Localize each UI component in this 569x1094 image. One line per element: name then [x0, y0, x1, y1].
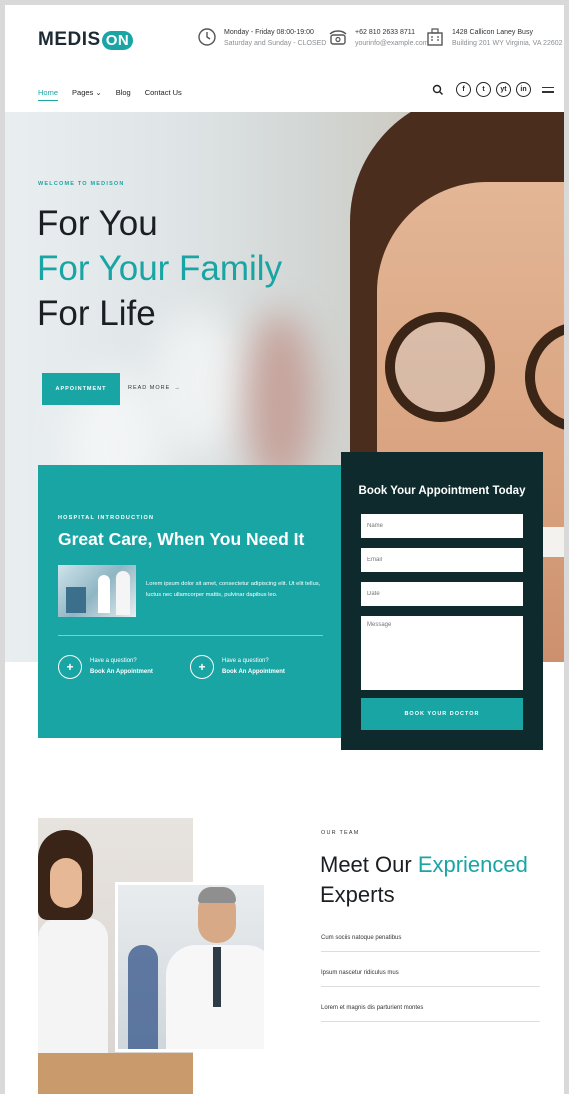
hospital-intro-card: HOSPITAL INTRODUCTION Great Care, When Y…: [38, 465, 341, 738]
booking-title: Book Your Appointment Today: [358, 485, 526, 497]
team-list-item: Cum sociis natoque penatibus: [321, 935, 540, 952]
hours-line2: Saturday and Sunday - CLOSED: [224, 40, 327, 47]
instagram-icon[interactable]: in: [516, 82, 531, 97]
question-line2: Book An Appointment: [90, 669, 153, 675]
hero-photo-glasses: [385, 312, 495, 422]
address-info: 1428 Callicon Laney Busy Building 201 WY…: [425, 27, 563, 49]
logo[interactable]: MEDIS ON: [38, 29, 134, 51]
hours-line1: Monday - Friday 08:00-19:00: [224, 29, 314, 36]
question-link-2[interactable]: + Have a question? Book An Appointment: [190, 655, 285, 679]
read-more-link[interactable]: READ MORE →: [128, 385, 181, 391]
main-nav: Home Pages ⌄ Blog Contact Us f t yt in: [5, 77, 564, 107]
name-field[interactable]: [361, 514, 523, 538]
hero-title-line1: For You: [37, 204, 158, 243]
booking-form: Book Your Appointment Today BOOK YOUR DO…: [341, 452, 543, 750]
nav-item-home[interactable]: Home: [38, 88, 59, 101]
address-line2: Building 201 WY Virginia, VA 22602: [452, 40, 563, 47]
team-photo-doctor: [115, 882, 267, 1052]
email-address[interactable]: yourinfo@example.com: [355, 38, 429, 49]
intro-divider: [58, 635, 323, 636]
logo-badge: ON: [101, 30, 134, 50]
read-more-label: READ MORE: [128, 385, 171, 391]
book-doctor-button[interactable]: BOOK YOUR DOCTOR: [361, 698, 523, 730]
message-field[interactable]: [361, 616, 523, 690]
intro-image: [58, 565, 136, 617]
question-link-1[interactable]: + Have a question? Book An Appointment: [58, 655, 153, 679]
search-icon[interactable]: [431, 83, 445, 97]
question-line1: Have a question?: [90, 658, 137, 664]
nav-item-contact[interactable]: Contact Us: [145, 88, 182, 101]
intro-kicker: HOSPITAL INTRODUCTION: [58, 515, 155, 521]
chevron-down-icon: ⌄: [95, 88, 102, 97]
clock-icon: [198, 28, 216, 46]
intro-title: Great Care, When You Need It: [58, 529, 305, 549]
team-title-part2: Experts: [320, 882, 395, 907]
email-field[interactable]: [361, 548, 523, 572]
nav-item-blog[interactable]: Blog: [116, 88, 131, 101]
medical-cross-icon: +: [58, 655, 82, 679]
page: MEDIS ON Monday - Friday 08:00-19:00 Satu…: [5, 5, 564, 1094]
date-field[interactable]: [361, 582, 523, 606]
intro-description: Lorem ipsum dolor sit amet, consectetur …: [146, 581, 321, 598]
question-line2: Book An Appointment: [222, 669, 285, 675]
nav-item-pages[interactable]: Pages ⌄: [72, 88, 102, 101]
hero-kicker: WELCOME TO MEDISON: [38, 181, 125, 187]
appointment-button[interactable]: APPOINTMENT: [42, 373, 120, 405]
twitter-icon[interactable]: t: [476, 82, 491, 97]
team-kicker: OUR TEAM: [321, 830, 360, 836]
team-title: Meet Our Exprienced Experts: [320, 850, 528, 910]
address-line1: 1428 Callicon Laney Busy: [452, 29, 533, 36]
menu-icon[interactable]: [542, 85, 554, 95]
facebook-icon[interactable]: f: [456, 82, 471, 97]
nav-item-pages-label: Pages: [72, 88, 94, 97]
building-icon: [427, 28, 443, 46]
contact-info: +62 810 2633 8711 yourinfo@example.com: [328, 27, 429, 49]
hero-title-line2: For Your Family: [37, 249, 283, 288]
top-header: MEDIS ON Monday - Friday 08:00-19:00 Satu…: [5, 5, 564, 67]
youtube-icon[interactable]: yt: [496, 82, 511, 97]
hours-info: Monday - Friday 08:00-19:00 Saturday and…: [197, 27, 326, 49]
logo-text: MEDIS: [38, 29, 101, 50]
phone-number[interactable]: +62 810 2633 8711: [355, 27, 429, 38]
phone-icon: [329, 30, 347, 45]
hero-title-line3: For Life: [37, 294, 156, 333]
team-list-item: Ipsum nascetur ridiculus mus: [321, 970, 540, 987]
question-line1: Have a question?: [222, 658, 269, 664]
team-title-accent: Exprienced: [417, 852, 528, 877]
team-title-part1: Meet Our: [320, 852, 418, 877]
team-list-item: Lorem et magnis dis parturient montes: [321, 1005, 540, 1022]
arrow-right-icon: →: [174, 385, 181, 391]
medical-cross-icon: +: [190, 655, 214, 679]
